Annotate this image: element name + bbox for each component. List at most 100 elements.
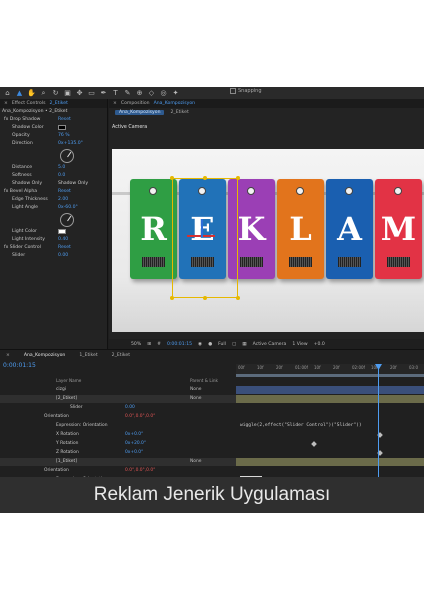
effect-property-value[interactable]: 76 % bbox=[58, 133, 70, 138]
snapping-checkbox[interactable] bbox=[230, 88, 236, 94]
effect-controls-tab[interactable]: × Effect Controls 2_Etiket bbox=[0, 99, 107, 108]
effect-property-value[interactable]: 2.00 bbox=[58, 197, 68, 202]
timeline-row-value[interactable]: 0x+0.0° bbox=[125, 432, 143, 437]
effect-property-row[interactable]: Light Color bbox=[0, 228, 107, 236]
timeline-row-name[interactable]: Orientation bbox=[44, 414, 69, 419]
timeline-row[interactable]: Orientation 0.0°,0.0°,0.0° bbox=[0, 467, 424, 475]
effect-property-row[interactable]: Direction 0x+135.0° bbox=[0, 140, 107, 148]
effect-property-value[interactable]: Reset bbox=[58, 189, 71, 194]
close-icon[interactable]: × bbox=[4, 101, 8, 106]
mask-icon[interactable]: ▭ bbox=[87, 89, 96, 98]
rotate-icon[interactable]: ↻ bbox=[51, 89, 60, 98]
effect-property-value[interactable]: 0x-60.0° bbox=[58, 205, 78, 210]
timeline-row-name[interactable]: [2_Etiket] bbox=[56, 396, 77, 401]
timeline-row[interactable]: cizgi None bbox=[0, 386, 424, 394]
timeline-row-name[interactable]: Slider bbox=[70, 405, 83, 410]
timeline-row[interactable]: Y Rotation 0x+20.0° bbox=[0, 440, 424, 448]
timeline-row-value[interactable]: 0.0°,0.0°,0.0° bbox=[125, 468, 155, 473]
timeline-row-name[interactable]: Y Rotation bbox=[56, 441, 78, 446]
effect-property-row[interactable]: Softness 0.0 bbox=[0, 172, 107, 180]
timeline-row-value[interactable]: 0x+20.0° bbox=[125, 441, 146, 446]
effect-property-value[interactable]: 5.0 bbox=[58, 165, 65, 170]
effect-property-row[interactable]: fx Slider Control Reset bbox=[0, 244, 107, 252]
effect-property-value[interactable]: 0.00 bbox=[58, 253, 68, 258]
timeline-row-name[interactable]: Expression: Orientation bbox=[56, 423, 108, 428]
selection-icon[interactable]: ▲ bbox=[15, 89, 24, 98]
camera-dropdown[interactable]: Active Camera bbox=[253, 342, 287, 347]
effect-property-value[interactable]: 0x+135.0° bbox=[58, 141, 83, 146]
fit-icon[interactable]: ⊞ bbox=[147, 342, 151, 347]
pen-icon[interactable]: ✒ bbox=[99, 89, 108, 98]
effect-property-value[interactable]: 0.40 bbox=[58, 237, 68, 242]
timeline-row-name[interactable]: X Rotation bbox=[56, 432, 79, 437]
timeline-row[interactable]: X Rotation 0x+0.0° bbox=[0, 431, 424, 439]
close-icon[interactable]: × bbox=[113, 101, 117, 106]
y-axis-gizmo[interactable] bbox=[201, 219, 203, 237]
color-channel-icon[interactable]: ● bbox=[208, 342, 212, 347]
subtab-etiket[interactable]: 2_Etiket bbox=[170, 110, 188, 115]
pan-icon[interactable]: ✥ bbox=[75, 89, 84, 98]
effect-property-row[interactable]: Shadow Color bbox=[0, 124, 107, 132]
camera-icon[interactable]: ▣ bbox=[63, 89, 72, 98]
puppet-icon[interactable]: ✦ bbox=[171, 89, 180, 98]
parent-dropdown[interactable]: None bbox=[190, 459, 201, 464]
angle-dial[interactable] bbox=[60, 213, 74, 227]
hand-icon[interactable]: ✋ bbox=[27, 89, 36, 98]
transparency-icon[interactable]: ▦ bbox=[242, 342, 246, 347]
effect-property-row[interactable]: fx Drop Shadow Reset bbox=[0, 116, 107, 124]
parent-header[interactable]: Parent & Link bbox=[190, 378, 218, 383]
timeline-row-value[interactable]: 0x+0.0° bbox=[125, 450, 143, 455]
timeline-row-name[interactable]: cizgi bbox=[56, 387, 66, 392]
effect-property-value[interactable]: Shadow Only bbox=[58, 181, 88, 186]
exposure-value[interactable]: +0.0 bbox=[314, 342, 325, 347]
zoom-dropdown[interactable]: 50% bbox=[131, 342, 141, 347]
expression-text[interactable]: wiggle(2,effect("Slider Control")("Slide… bbox=[240, 423, 362, 428]
roto-icon[interactable]: ◎ bbox=[159, 89, 168, 98]
color-swatch[interactable] bbox=[58, 125, 66, 130]
letter-tag[interactable]: R bbox=[130, 179, 177, 279]
layer-track[interactable] bbox=[236, 440, 424, 448]
layer-track[interactable] bbox=[236, 404, 424, 412]
transform-handle[interactable] bbox=[236, 296, 240, 300]
layer-track[interactable] bbox=[236, 431, 424, 439]
effect-property-row[interactable]: fx Bevel Alpha Reset bbox=[0, 188, 107, 196]
layer-track[interactable] bbox=[236, 386, 424, 394]
timeline-row[interactable]: Expression: Orientation wiggle(2,effect("… bbox=[0, 422, 424, 430]
layer-track[interactable] bbox=[236, 449, 424, 457]
layer-track[interactable] bbox=[236, 458, 424, 466]
snapshot-icon[interactable]: ◉ bbox=[198, 342, 202, 347]
effect-property-value[interactable]: 0.0 bbox=[58, 173, 65, 178]
color-swatch[interactable] bbox=[58, 229, 66, 234]
effect-property-row[interactable]: Distance 5.0 bbox=[0, 164, 107, 172]
work-area-bar[interactable] bbox=[236, 374, 424, 377]
layer-name-header[interactable]: Layer Name bbox=[56, 378, 81, 383]
composition-tab[interactable]: × Composition Ana_Kompozisyon bbox=[109, 99, 424, 108]
timeline-row[interactable]: Orientation 0.0°,0.0°,0.0° bbox=[0, 413, 424, 421]
timeline-tab-2[interactable]: 2_Etiket bbox=[112, 353, 130, 358]
layer-track[interactable] bbox=[236, 413, 424, 421]
effect-property-row[interactable]: Shadow Only Shadow Only bbox=[0, 180, 107, 188]
composition-viewer[interactable]: REKLAM bbox=[112, 149, 424, 332]
layer-track[interactable] bbox=[236, 467, 424, 475]
effect-property-row[interactable]: Light Angle 0x-60.0° bbox=[0, 204, 107, 212]
timeline-row[interactable]: [2_Etiket] None bbox=[0, 395, 424, 403]
timeline-tab-main[interactable]: Ana_Kompozisyon bbox=[24, 353, 65, 358]
timeline-row[interactable]: Z Rotation 0x+0.0° bbox=[0, 449, 424, 457]
timeline-timecode[interactable]: 0:00:01:15 bbox=[3, 362, 36, 369]
transform-handle[interactable] bbox=[203, 296, 207, 300]
effect-property-row[interactable]: Edge Thickness 2.00 bbox=[0, 196, 107, 204]
effect-property-row[interactable]: Opacity 76 % bbox=[0, 132, 107, 140]
timeline-row-value[interactable]: 0.00 bbox=[125, 405, 135, 410]
text-icon[interactable]: T bbox=[111, 89, 120, 98]
parent-dropdown[interactable]: None bbox=[190, 396, 201, 401]
timeline-row-value[interactable]: 0.0°,0.0°,0.0° bbox=[125, 414, 155, 419]
parent-dropdown[interactable]: None bbox=[190, 387, 201, 392]
home-icon[interactable]: ⌂ bbox=[3, 89, 12, 98]
brush-icon[interactable]: ✎ bbox=[123, 89, 132, 98]
subtab-main-comp[interactable]: Ana_Kompozisyon bbox=[115, 110, 165, 115]
angle-dial[interactable] bbox=[60, 149, 74, 163]
letter-tag[interactable]: L bbox=[277, 179, 324, 279]
transform-handle[interactable] bbox=[236, 176, 240, 180]
layer-bounding-box[interactable] bbox=[172, 178, 238, 298]
resolution-dropdown[interactable]: Full bbox=[218, 342, 226, 347]
